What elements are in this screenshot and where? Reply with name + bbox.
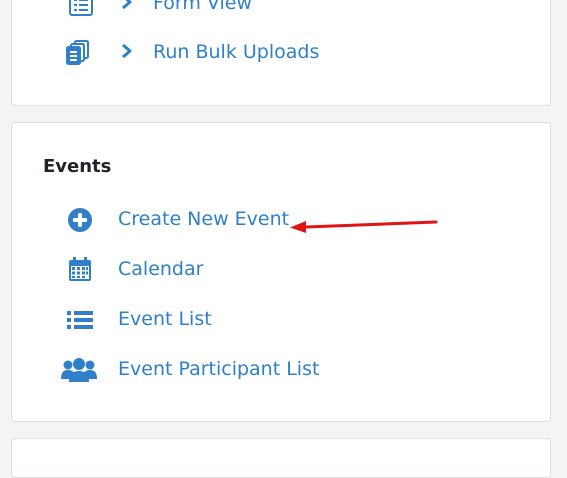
list-icon bbox=[69, 0, 93, 16]
calendar-label: Calendar bbox=[118, 258, 204, 280]
create-new-event-label: Create New Event bbox=[118, 208, 290, 230]
form-view-label: Form View bbox=[153, 0, 252, 14]
event-participant-list-label: Event Participant List bbox=[118, 358, 320, 380]
list-icon bbox=[67, 311, 93, 329]
event-list-label: Event List bbox=[118, 308, 212, 330]
events-section-title: Events bbox=[43, 156, 112, 177]
run-bulk-uploads-label: Run Bulk Uploads bbox=[153, 41, 320, 63]
stacked-files-icon bbox=[66, 40, 89, 65]
next-card bbox=[11, 438, 551, 478]
annotation-arrow-icon bbox=[290, 220, 438, 233]
calendar-icon bbox=[69, 257, 91, 281]
plus-circle-icon bbox=[68, 208, 92, 232]
users-icon bbox=[61, 358, 97, 382]
chevron-right-icon bbox=[122, 0, 132, 9]
chevron-right-icon bbox=[122, 43, 132, 59]
